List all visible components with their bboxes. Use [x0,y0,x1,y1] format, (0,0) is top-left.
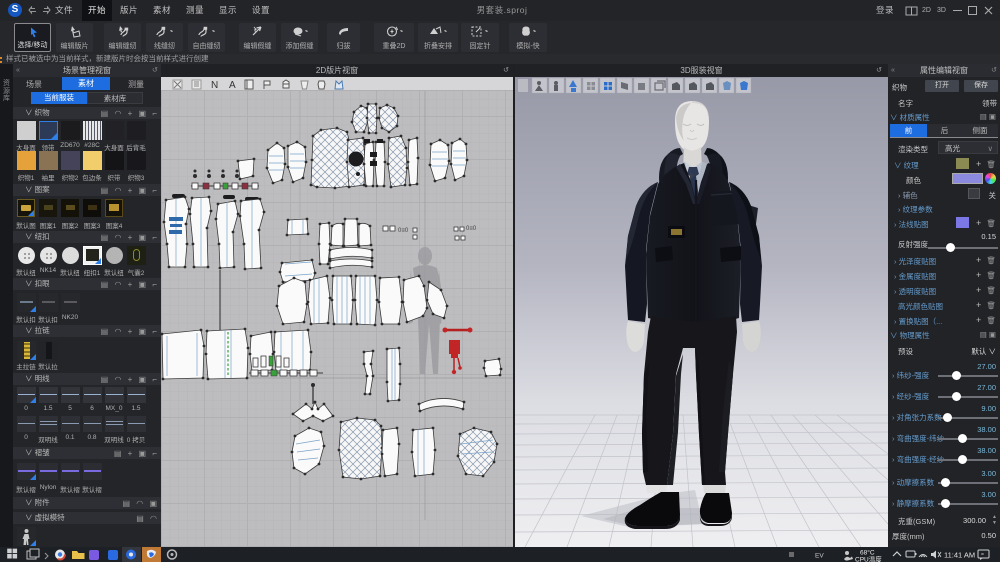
svg-text:0≡0: 0≡0 [398,228,409,234]
svg-text:A: A [229,80,236,91]
svg-text:CPU温度: CPU温度 [855,555,882,562]
svg-text:N: N [211,80,218,91]
svg-text:11:41 AM: 11:41 AM [944,551,975,560]
svg-text:68°C: 68°C [860,549,875,557]
svg-text:EV: EV [815,553,824,560]
svg-text:0≡0: 0≡0 [466,226,477,232]
svg-text:=: = [981,552,984,558]
